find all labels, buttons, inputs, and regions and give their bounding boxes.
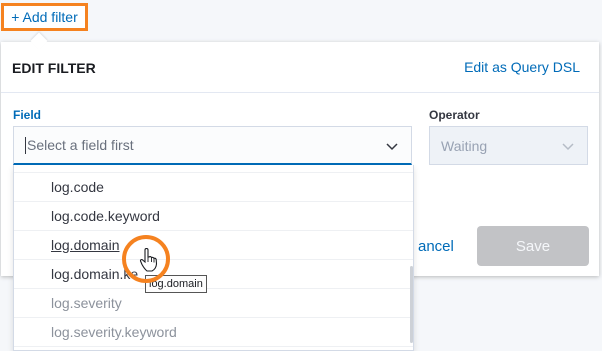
field-combobox[interactable]: Select a field first bbox=[13, 126, 412, 165]
list-item[interactable]: log.code.keyword bbox=[14, 202, 413, 231]
list-item[interactable]: log.code bbox=[14, 173, 413, 202]
chevron-down-icon bbox=[562, 143, 574, 151]
field-options-list[interactable]: log.code log.code.keyword log.domain log… bbox=[13, 165, 414, 351]
list-item[interactable]: log.severity bbox=[14, 289, 413, 318]
operator-value: Waiting bbox=[441, 137, 488, 154]
list-item[interactable]: log.domain.ke bbox=[14, 260, 413, 289]
chevron-down-icon[interactable] bbox=[385, 139, 399, 153]
edit-as-query-dsl-link[interactable]: Edit as Query DSL bbox=[464, 59, 580, 75]
list-scrollbar[interactable] bbox=[410, 266, 413, 343]
list-item-hovered[interactable]: log.domain bbox=[14, 231, 413, 260]
save-button[interactable]: Save bbox=[477, 226, 589, 266]
list-item-partial[interactable] bbox=[14, 165, 413, 173]
field-label: Field bbox=[13, 108, 42, 122]
cancel-button[interactable]: ancel bbox=[418, 238, 454, 255]
pointer-hand-icon bbox=[139, 248, 158, 272]
operator-label: Operator bbox=[429, 108, 480, 122]
header-divider bbox=[1, 92, 599, 93]
operator-select[interactable]: Waiting bbox=[429, 126, 588, 165]
add-filter-button[interactable]: + Add filter bbox=[1, 3, 88, 31]
text-caret bbox=[25, 136, 26, 154]
list-item[interactable]: log.severity.keyword bbox=[14, 318, 413, 347]
field-placeholder: Select a field first bbox=[27, 137, 134, 153]
popover-title: EDIT FILTER bbox=[12, 60, 96, 76]
